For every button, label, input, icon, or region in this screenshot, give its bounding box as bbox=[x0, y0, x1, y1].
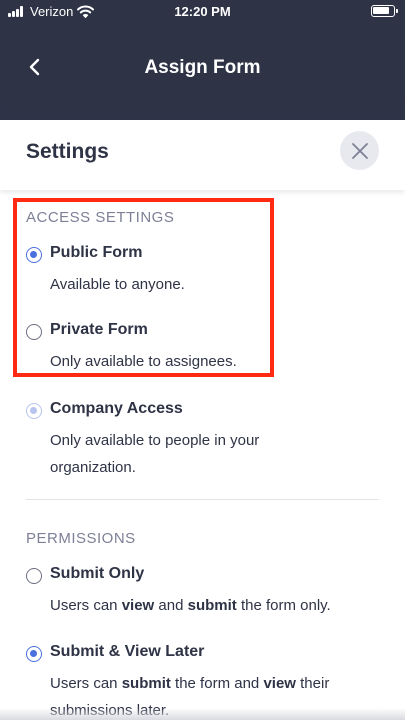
submit-only-radio[interactable] bbox=[26, 568, 42, 584]
option-submit-only[interactable]: Submit Only Users can view and submit th… bbox=[26, 565, 386, 615]
section-divider bbox=[26, 499, 379, 500]
page-title: Assign Form bbox=[144, 57, 261, 78]
bottom-shadow bbox=[0, 708, 405, 720]
close-icon bbox=[351, 142, 368, 159]
company-access-radio[interactable] bbox=[26, 403, 42, 419]
option-company-access[interactable]: Company Access Only available to people … bbox=[26, 400, 386, 480]
option-submit-view-later[interactable]: Submit & View Later Users can submit the… bbox=[26, 643, 386, 719]
company-access-title: Company Access bbox=[50, 400, 183, 417]
close-button[interactable] bbox=[340, 131, 379, 170]
submit-only-title: Submit Only bbox=[50, 565, 145, 582]
settings-sheet: Settings ACCESS SETTINGS Public Form Ava… bbox=[0, 120, 405, 720]
submit-only-desc: Users can view and submit the form only. bbox=[50, 597, 331, 614]
company-access-desc: Only available to people in your organiz… bbox=[50, 432, 260, 476]
settings-title: Settings bbox=[26, 140, 109, 163]
battery-icon bbox=[371, 5, 398, 17]
app-header: Verizon 12:20 PM Assign Form bbox=[0, 0, 405, 108]
clock: 12:20 PM bbox=[174, 4, 231, 19]
status-bar: Verizon 12:20 PM bbox=[0, 0, 405, 24]
permissions-label: PERMISSIONS bbox=[26, 530, 136, 547]
submit-view-later-title: Submit & View Later bbox=[50, 643, 205, 660]
submit-view-later-radio[interactable] bbox=[26, 646, 42, 662]
settings-header: Settings bbox=[0, 120, 405, 190]
highlight-box bbox=[13, 198, 274, 377]
